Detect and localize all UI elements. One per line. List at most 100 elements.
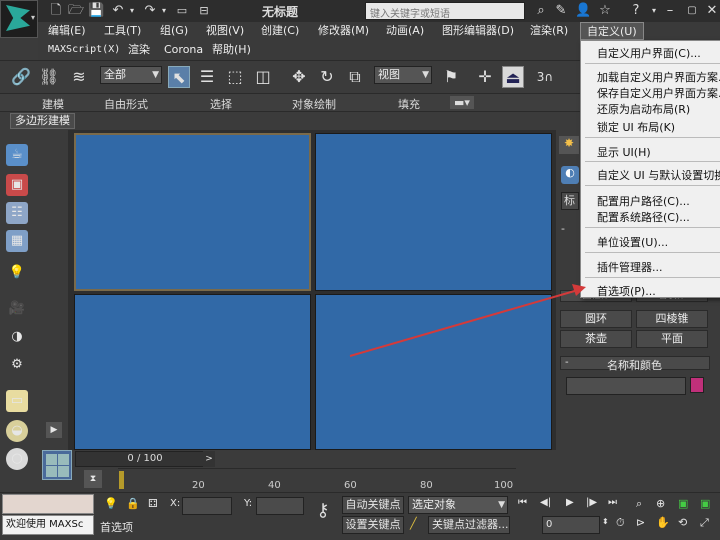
help-icon[interactable]: ? — [628, 3, 644, 19]
zoom-extents-all-icon[interactable]: ▣ — [700, 497, 716, 513]
menu-create[interactable]: 创建(C) — [255, 22, 305, 40]
tab-freeform[interactable]: 自由形式 — [104, 96, 148, 112]
create-tab-icon[interactable]: ✸ — [559, 136, 579, 154]
bind-space-warp-icon[interactable]: ≋ — [68, 66, 90, 88]
menu-render2[interactable]: 渲染 — [122, 41, 156, 59]
selection-filter-dropdown[interactable]: 全部 ▼ — [100, 66, 162, 84]
menu-item-show-ui[interactable]: 显示 UI(H) — [597, 144, 651, 160]
zoom-extents-icon[interactable]: ▣ — [678, 497, 694, 513]
viewport-top-left[interactable] — [74, 133, 311, 291]
set-key-button[interactable]: 设置关键点 — [342, 516, 404, 534]
shape-box-icon[interactable]: ▭ — [6, 390, 28, 412]
unlink-icon[interactable]: ⛓ — [38, 66, 60, 88]
tools-icon[interactable]: ✎ — [553, 3, 569, 19]
menu-view[interactable]: 视图(V) — [200, 22, 250, 40]
time-config-icon[interactable]: ⏱ — [616, 516, 632, 532]
open-file-icon[interactable]: 🗁 — [68, 3, 84, 19]
name-color-rollout-header[interactable]: - 名称和颜色 — [560, 356, 710, 372]
torus-button[interactable]: 圆环 — [560, 310, 632, 328]
prev-frame-icon[interactable]: ◀| — [540, 497, 558, 513]
app-logo-button[interactable]: ▾ — [0, 0, 38, 38]
orbit-icon[interactable]: ⟲ — [678, 516, 694, 532]
next-frame-icon[interactable]: |▶ — [586, 497, 604, 513]
pivot-center-icon[interactable]: ⚑ — [440, 66, 462, 88]
pyramid-button[interactable]: 四棱锥 — [636, 310, 708, 328]
render-frame-icon[interactable]: ▣ — [6, 174, 28, 196]
object-color-swatch[interactable] — [690, 377, 704, 393]
tab-selection[interactable]: 选择 — [210, 96, 232, 112]
menu-tools[interactable]: 工具(T) — [98, 22, 147, 40]
link-icon[interactable]: 🔗 — [10, 66, 32, 88]
ref-coord-dropdown[interactable]: 视图 ▼ — [374, 66, 432, 84]
move-icon[interactable]: ✥ — [288, 66, 310, 88]
menu-item-customize-ui[interactable]: 自定义用户界面(C)... — [597, 45, 701, 61]
teapot-icon[interactable]: ☕ — [6, 144, 28, 166]
window-crossing-icon[interactable]: ◫ — [252, 66, 274, 88]
viewport-bottom-left[interactable] — [74, 294, 311, 450]
binoculars-icon[interactable]: ⌕ — [533, 3, 549, 19]
geometry-icon[interactable]: ◐ — [561, 166, 579, 184]
time-slider[interactable]: 0 / 100 — [75, 451, 215, 467]
project-folder-icon[interactable]: ▭ — [174, 3, 190, 19]
play-icon[interactable]: ▶ — [566, 497, 584, 513]
star-icon[interactable]: ☆ — [597, 3, 613, 19]
goto-start-icon[interactable]: ⏮ — [518, 497, 536, 513]
rollout-collapse-icon[interactable]: - — [561, 222, 581, 236]
scale-icon[interactable]: ⧉ — [344, 66, 366, 88]
viewport-top-right[interactable] — [315, 133, 552, 291]
maxscript-listener-pink[interactable] — [2, 494, 94, 514]
light-bulb-icon[interactable]: 💡 — [6, 262, 28, 284]
menu-item-load-ui-scheme[interactable]: 加载自定义用户界面方案... — [597, 69, 720, 85]
menu-item-ui-defaults-switcher[interactable]: 自定义 UI 与默认设置切换... — [597, 167, 720, 183]
menu-item-lock-ui-layout[interactable]: 锁定 UI 布局(K) — [597, 119, 675, 135]
select-object-icon[interactable]: ⬉ — [168, 66, 190, 88]
rotate-icon[interactable]: ↻ — [316, 66, 338, 88]
camera-icon[interactable]: 🎥 — [6, 298, 28, 320]
field-of-view-icon[interactable]: ⊳ — [636, 516, 652, 532]
subtab-polygon-modeling[interactable]: 多边形建模 — [10, 113, 75, 129]
zoom-all-icon[interactable]: ⊕ — [656, 497, 672, 513]
snap-toggle-icon[interactable]: 3∩ — [534, 66, 556, 88]
maximize-icon[interactable]: ▢ — [684, 3, 700, 19]
absolute-mode-icon[interactable]: ⚃ — [148, 497, 162, 511]
utilities-icon[interactable]: ⚙ — [6, 354, 28, 376]
user-icon[interactable]: 👤 — [575, 3, 591, 19]
selected-object-dropdown[interactable]: 选定对象 ▼ — [408, 496, 508, 514]
expand-arrow-icon[interactable]: ▶ — [46, 422, 62, 438]
menu-item-revert-startup-layout[interactable]: 还原为启动布局(R) — [597, 101, 690, 117]
select-by-name-icon[interactable]: ☰ — [196, 66, 218, 88]
menu-rendering[interactable]: 渲染(R) — [524, 22, 574, 40]
teapot-button[interactable]: 茶壶 — [560, 330, 632, 348]
keyboard-shortcut-icon[interactable]: ⏏ — [502, 66, 524, 88]
new-file-icon[interactable]: 🗋 — [48, 3, 64, 19]
tab-object-paint[interactable]: 对象绘制 — [292, 96, 336, 112]
menu-item-preferences[interactable]: 首选项(P)... — [597, 283, 656, 299]
pan-hand-icon[interactable]: ✋ — [656, 516, 672, 532]
menu-item-save-ui-scheme[interactable]: 保存自定义用户界面方案... — [597, 85, 720, 101]
menu-edit[interactable]: 编辑(E) — [42, 22, 92, 40]
timeline-track[interactable] — [118, 468, 516, 492]
primitive-type-dropdown[interactable]: 标 — [561, 192, 579, 210]
menu-graph-editors[interactable]: 图形编辑器(D) — [436, 22, 520, 40]
menu-group[interactable]: 组(G) — [154, 22, 194, 40]
plane-button[interactable]: 平面 — [636, 330, 708, 348]
redo-dropdown-icon[interactable]: ▾ — [156, 3, 172, 19]
time-cursor[interactable] — [119, 471, 124, 489]
zoom-icon[interactable]: ⌕ — [636, 497, 652, 513]
isolate-icon[interactable]: 💡 — [104, 497, 118, 511]
ribbon-options-button[interactable]: ▬▾ — [450, 96, 474, 109]
menu-animation[interactable]: 动画(A) — [380, 22, 430, 40]
menu-maxscript[interactable]: MAXScript(X) — [42, 41, 126, 59]
maximize-viewport-icon[interactable]: ⤢ — [700, 516, 716, 532]
set-key-icon[interactable]: ⚷ — [310, 500, 336, 530]
menu-item-plugin-manager[interactable]: 插件管理器... — [597, 259, 663, 275]
workspace-icon[interactable]: ⊟ — [196, 3, 212, 19]
search-input[interactable]: 键入关键字或短语 — [365, 2, 525, 20]
maxscript-listener-field[interactable]: 欢迎使用 MAXSc — [2, 515, 94, 535]
save-icon[interactable]: 💾 — [88, 3, 104, 19]
tab-populate[interactable]: 填充 — [398, 96, 420, 112]
y-coord-field[interactable] — [256, 497, 304, 515]
key-filter-icon[interactable]: ╱ — [410, 517, 424, 531]
menu-item-system-paths[interactable]: 配置系统路径(C)... — [597, 209, 690, 225]
frame-spinner-icon[interactable]: ⬍ — [602, 517, 612, 531]
